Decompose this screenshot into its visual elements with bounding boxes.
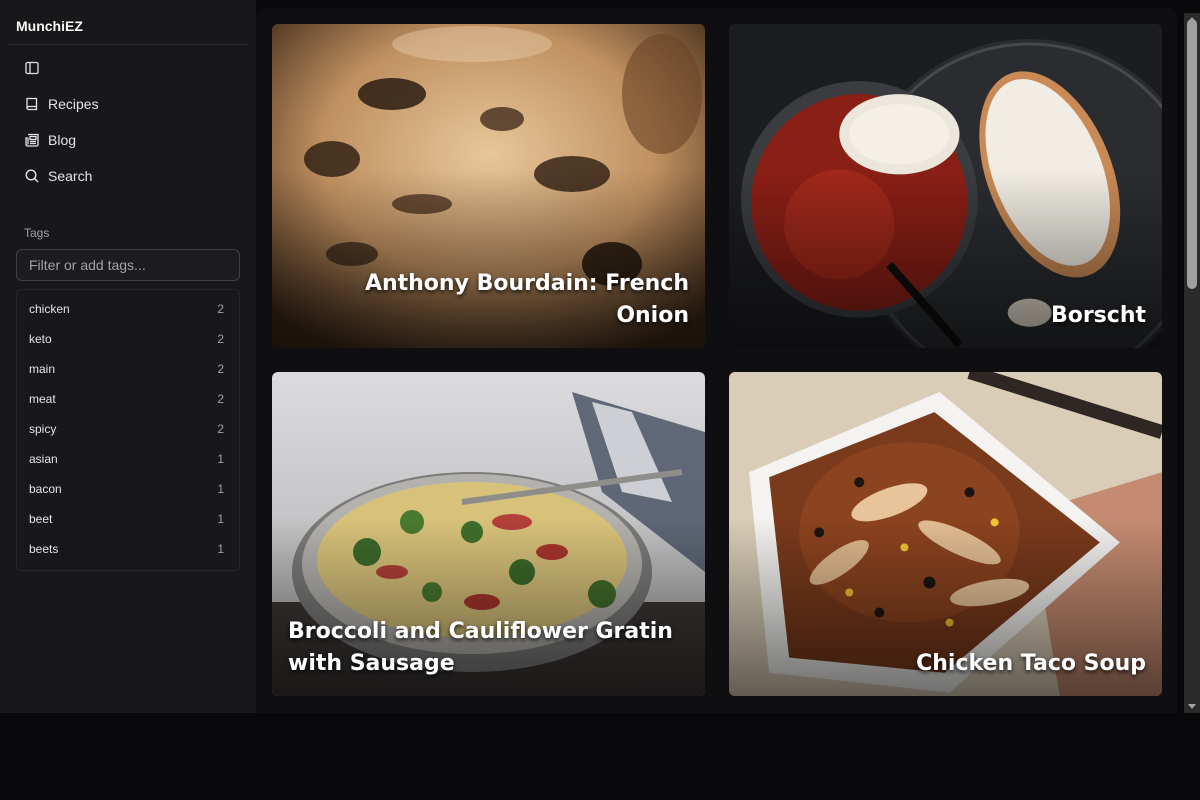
tag-count: 2 xyxy=(217,332,224,346)
recipe-card-chicken-taco-soup[interactable]: Chicken Taco Soup xyxy=(729,372,1162,696)
tag-list: chicken 2 keto 2 main 2 meat 2 spicy 2 a… xyxy=(16,289,240,571)
tag-name: beets xyxy=(29,542,59,556)
tag-filter-input[interactable] xyxy=(16,249,240,281)
tag-item-beet[interactable]: beet 1 xyxy=(21,503,235,533)
recipe-card-broccoli-gratin[interactable]: Broccoli and Cauliflower Gratin with Sau… xyxy=(272,372,705,696)
tag-count: 1 xyxy=(217,482,224,496)
nav-item-label: Recipes xyxy=(48,96,99,112)
nav-item-recipes[interactable]: Recipes xyxy=(16,88,240,120)
tag-name: bacon xyxy=(29,482,62,496)
nav-item-label: Search xyxy=(48,168,93,184)
vertical-scrollbar[interactable] xyxy=(1184,13,1200,713)
tag-name: asian xyxy=(29,452,58,466)
scrollbar-thumb[interactable] xyxy=(1187,19,1197,289)
recipe-title: Broccoli and Cauliflower Gratin with Sau… xyxy=(288,619,673,676)
tag-name: keto xyxy=(29,332,52,346)
tag-name: chicken xyxy=(29,302,70,316)
sidebar-panel-icon xyxy=(24,60,40,76)
tags-heading: Tags xyxy=(24,226,50,240)
recipe-grid: Anthony Bourdain: French Onion Borscht B… xyxy=(256,8,1177,713)
recipe-title: Borscht xyxy=(1050,303,1146,328)
tag-item-spicy[interactable]: spicy 2 xyxy=(21,413,235,443)
tag-item-asian[interactable]: asian 1 xyxy=(21,443,235,473)
tag-count: 1 xyxy=(217,452,224,466)
tag-item-meat[interactable]: meat 2 xyxy=(21,383,235,413)
nav-item-search[interactable]: Search xyxy=(16,160,240,192)
tag-item-bacon[interactable]: bacon 1 xyxy=(21,473,235,503)
tag-count: 2 xyxy=(217,362,224,376)
tag-count: 2 xyxy=(217,302,224,316)
app-brand[interactable]: MunchiEZ xyxy=(8,8,248,45)
nav-item-label: Blog xyxy=(48,132,77,148)
tag-item-beets[interactable]: beets 1 xyxy=(21,533,235,563)
nav-item-blog[interactable]: Blog xyxy=(16,124,240,156)
tag-count: 2 xyxy=(217,422,224,436)
tag-count: 2 xyxy=(217,392,224,406)
tag-count: 1 xyxy=(217,542,224,556)
tag-name: spicy xyxy=(29,422,57,436)
newspaper-icon xyxy=(24,132,40,148)
tag-item-keto[interactable]: keto 2 xyxy=(21,323,235,353)
tag-name: beet xyxy=(29,512,53,526)
recipe-title: Anthony Bourdain: French Onion xyxy=(364,271,689,328)
tag-name: meat xyxy=(29,392,56,406)
recipe-title: Chicken Taco Soup xyxy=(916,651,1146,676)
search-icon xyxy=(24,168,40,184)
recipe-card-borscht[interactable]: Borscht xyxy=(729,24,1162,348)
tag-item-chicken[interactable]: chicken 2 xyxy=(21,293,235,323)
scroll-down-arrow-icon[interactable] xyxy=(1188,704,1196,709)
tag-name: main xyxy=(29,362,56,376)
sidebar-toggle-button[interactable] xyxy=(16,52,240,84)
book-icon xyxy=(24,96,40,112)
app-name: MunchiEZ xyxy=(16,18,83,34)
tag-item-main[interactable]: main 2 xyxy=(21,353,235,383)
tag-count: 1 xyxy=(217,512,224,526)
sidebar: MunchiEZ Recipes Blog Search Tags chicke… xyxy=(0,0,256,713)
recipe-card-french-onion[interactable]: Anthony Bourdain: French Onion xyxy=(272,24,705,348)
